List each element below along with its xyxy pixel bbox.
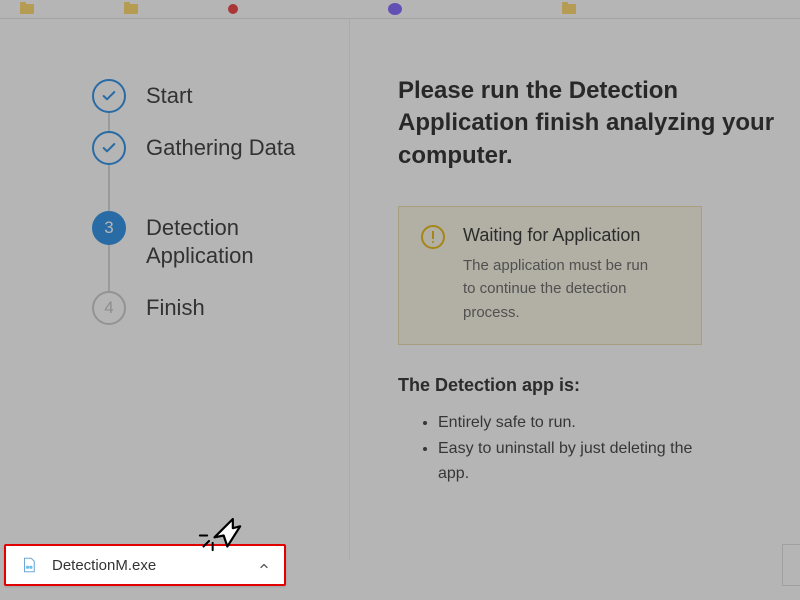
bookmark-folder-icon[interactable] [20,4,34,14]
bookmark-folder-icon[interactable] [124,4,138,14]
show-all-downloads-button[interactable] [782,544,800,586]
step-detection-application: 3 Detection Application [92,211,309,291]
step-number-icon: 4 [92,291,126,325]
bullet-item: Easy to uninstall by just deleting the a… [438,436,718,487]
step-finish: 4 Finish [92,291,309,343]
step-check-icon [92,131,126,165]
step-label: Gathering Data [146,131,295,162]
list-heading: The Detection app is: [398,375,800,396]
exe-file-icon [20,556,38,574]
step-label: Finish [146,291,205,322]
bookmark-misc-icon[interactable] [388,3,402,15]
step-label: Detection Application [146,211,306,269]
step-number-icon: 3 [92,211,126,245]
wizard-steps-panel: Start Gathering Data 3 Detection Applica… [0,19,350,559]
bookmark-folder-icon[interactable] [562,4,576,14]
cursor-click-indicator [198,508,242,552]
bullet-item: Entirely safe to run. [438,410,718,436]
info-bullets: Entirely safe to run. Easy to uninstall … [398,410,800,487]
alert-body: The application must be run to continue … [463,254,663,324]
wizard-main: Start Gathering Data 3 Detection Applica… [0,19,800,559]
step-label: Start [146,79,192,110]
page-heading: Please run the Detection Application fin… [398,75,800,172]
download-filename: DetectionM.exe [52,557,258,574]
step-gathering-data: Gathering Data [92,131,309,211]
wizard-content-panel: Please run the Detection Application fin… [350,19,800,559]
warning-icon [421,225,445,249]
browser-bookmarks-bar [0,0,800,18]
step-check-icon [92,79,126,113]
chevron-up-icon[interactable] [258,559,270,571]
bookmark-pin-icon[interactable] [228,4,238,14]
alert-title: Waiting for Application [463,225,663,246]
waiting-alert: Waiting for Application The application … [398,206,702,345]
step-start: Start [92,79,309,131]
download-item[interactable]: DetectionM.exe [4,544,286,586]
